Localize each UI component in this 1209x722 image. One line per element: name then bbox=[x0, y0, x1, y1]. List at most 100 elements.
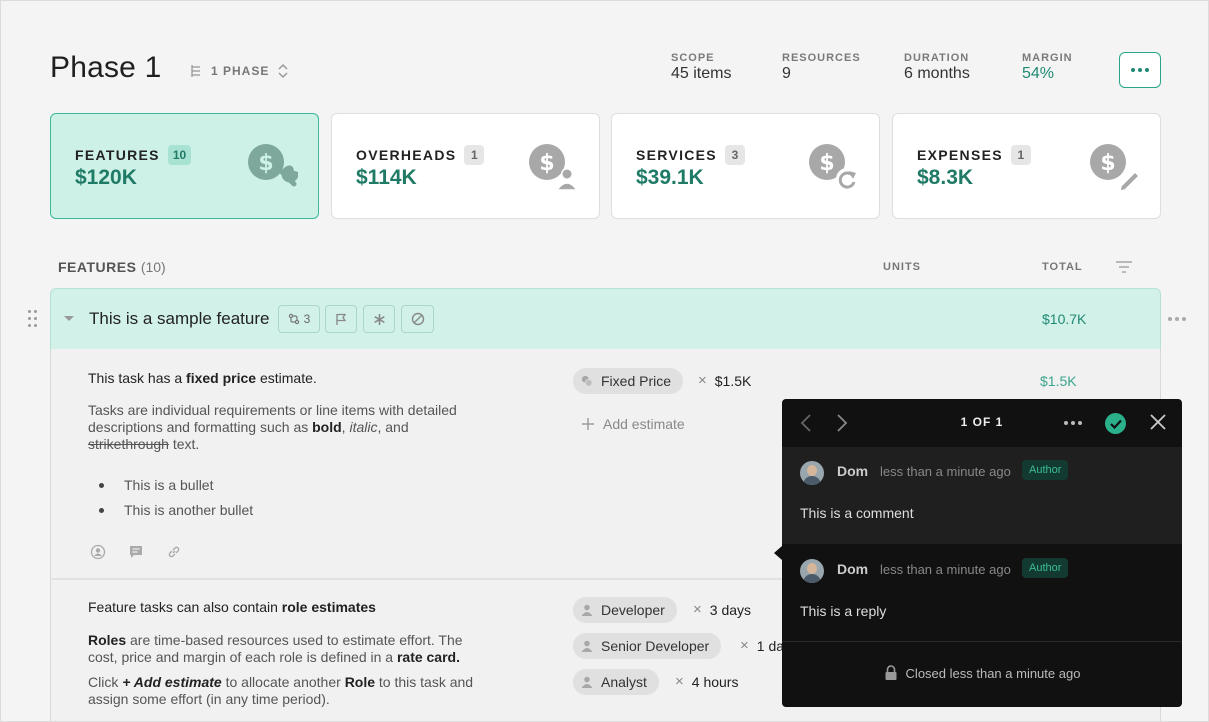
phase-selector-label: 1 PHASE bbox=[211, 64, 270, 78]
comment-more-button[interactable] bbox=[1064, 421, 1082, 425]
role-chip-senior-developer[interactable]: Senior Developer bbox=[573, 633, 722, 659]
dot bbox=[1131, 68, 1135, 72]
chevron-up-down-icon bbox=[278, 63, 288, 79]
avatar bbox=[800, 559, 824, 583]
comment-text: This is a comment bbox=[800, 505, 914, 521]
section-title: FEATURES bbox=[58, 259, 137, 275]
svg-text:$: $ bbox=[258, 151, 273, 176]
card-services[interactable]: SERVICES 3 $39.1K $ bbox=[611, 113, 880, 219]
exclude-button[interactable] bbox=[401, 305, 434, 333]
person-icon bbox=[581, 604, 593, 616]
person-icon bbox=[581, 640, 593, 652]
card-count-badge: 1 bbox=[1010, 145, 1031, 165]
stat-value: 6 months bbox=[904, 65, 970, 82]
asterisk-icon bbox=[373, 313, 385, 325]
card-label: EXPENSES bbox=[917, 147, 1003, 163]
filter-icon[interactable] bbox=[1115, 260, 1133, 274]
stat-label: DURATION bbox=[904, 52, 970, 64]
role-effort: 3 days bbox=[709, 601, 752, 618]
card-count-badge: 10 bbox=[167, 145, 192, 165]
add-estimate-label: Add estimate bbox=[603, 416, 685, 432]
card-label: OVERHEADS bbox=[356, 147, 457, 163]
task-title[interactable]: Feature tasks can also contain role esti… bbox=[88, 599, 376, 616]
add-estimate-button[interactable]: Add estimate bbox=[581, 416, 685, 432]
comment-time: less than a minute ago bbox=[880, 464, 1011, 479]
app-frame: Phase 1 1 PHASE SCOPE 45 items RESOURCES… bbox=[0, 0, 1209, 722]
estimate-value[interactable]: × $1.5K bbox=[698, 372, 751, 389]
task-description[interactable]: Tasks are individual requirements or lin… bbox=[88, 402, 457, 453]
feature-total: $10.7K bbox=[1042, 311, 1087, 327]
branch-button[interactable]: 3 bbox=[278, 305, 320, 333]
comment-icon[interactable] bbox=[128, 544, 144, 560]
stat-duration: DURATION 6 months bbox=[904, 52, 970, 83]
list-item: This is another bullet bbox=[99, 502, 253, 518]
more-options-button[interactable] bbox=[1119, 52, 1161, 88]
card-count-badge: 1 bbox=[464, 145, 485, 165]
feature-name[interactable]: This is a sample feature bbox=[89, 309, 269, 329]
comment-author: Dom bbox=[837, 463, 869, 479]
stat-value: 9 bbox=[782, 65, 791, 82]
task-total: $1.5K bbox=[1040, 373, 1077, 389]
comment-author: Dom bbox=[837, 561, 869, 577]
estimate-chip-fixed-price[interactable]: Fixed Price bbox=[573, 368, 684, 394]
card-features[interactable]: FEATURES 10 $120K $ bbox=[50, 113, 319, 219]
chip-label: Analyst bbox=[601, 674, 647, 690]
task-title[interactable]: This task has a fixed price estimate. bbox=[88, 370, 317, 387]
page-title: Phase 1 bbox=[50, 51, 162, 84]
svg-text:$: $ bbox=[819, 151, 834, 176]
stat-value: 45 items bbox=[671, 65, 732, 82]
comment-time: less than a minute ago bbox=[880, 562, 1011, 577]
dollar-person-icon: $ bbox=[529, 144, 579, 191]
stat-label: MARGIN bbox=[1022, 52, 1073, 64]
phase-selector[interactable]: 1 PHASE bbox=[189, 61, 289, 81]
author-badge: Author bbox=[1022, 460, 1069, 480]
block-icon bbox=[411, 312, 424, 326]
chip-label: Senior Developer bbox=[601, 638, 710, 654]
role-estimate-value[interactable]: × 4 hours bbox=[675, 673, 738, 690]
check-icon bbox=[1109, 419, 1122, 429]
close-icon[interactable] bbox=[1149, 413, 1167, 431]
units-column-header: UNITS bbox=[883, 261, 921, 273]
stat-label: SCOPE bbox=[671, 52, 715, 64]
list-item: This is a bullet bbox=[99, 477, 213, 493]
flag-button[interactable] bbox=[325, 305, 357, 333]
task-description[interactable]: Roles are time-based resources used to e… bbox=[88, 632, 473, 708]
card-amount: $114K bbox=[356, 166, 417, 189]
dollar-refresh-icon: $ bbox=[809, 144, 858, 190]
divider bbox=[782, 641, 1182, 642]
avatar bbox=[800, 461, 824, 485]
chip-label: Developer bbox=[601, 602, 665, 618]
asterisk-button[interactable] bbox=[363, 305, 395, 333]
chip-label: Fixed Price bbox=[601, 373, 672, 389]
role-chip-analyst[interactable]: Analyst bbox=[573, 669, 659, 695]
closed-text: Closed less than a minute ago bbox=[905, 665, 1081, 681]
card-expenses[interactable]: EXPENSES 1 $8.3K $ bbox=[892, 113, 1161, 219]
card-amount: $8.3K bbox=[917, 166, 974, 189]
role-estimate-value[interactable]: × 1 da bbox=[740, 637, 784, 654]
section-count: (10) bbox=[140, 259, 166, 275]
popover-arrow bbox=[774, 546, 782, 560]
role-chip-developer[interactable]: Developer bbox=[573, 597, 677, 623]
row-more-button[interactable] bbox=[1168, 317, 1186, 321]
list-tree-icon bbox=[191, 65, 200, 77]
stat-value: 54% bbox=[1022, 65, 1055, 82]
card-amount: $39.1K bbox=[636, 166, 704, 189]
card-overheads[interactable]: OVERHEADS 1 $114K $ bbox=[331, 113, 600, 219]
branch-count: 3 bbox=[303, 312, 311, 326]
link-icon[interactable] bbox=[166, 544, 182, 560]
svg-text:$: $ bbox=[539, 151, 554, 176]
card-label: SERVICES bbox=[636, 147, 717, 163]
lock-icon bbox=[885, 665, 897, 680]
comment-popover: 1 OF 1 Dom less than a minute ago Author… bbox=[782, 399, 1182, 707]
drag-handle[interactable] bbox=[28, 310, 38, 328]
resolve-button[interactable] bbox=[1105, 413, 1126, 434]
coins-icon bbox=[581, 375, 593, 387]
dollar-wrench-icon: $ bbox=[248, 144, 298, 187]
role-estimate-value[interactable]: × 3 days bbox=[693, 601, 751, 618]
stat-margin: MARGIN 54% bbox=[1022, 52, 1073, 83]
card-count-badge: 3 bbox=[724, 145, 745, 165]
assign-user-icon[interactable] bbox=[90, 544, 106, 560]
stat-label: RESOURCES bbox=[782, 52, 861, 64]
caret-down-icon[interactable] bbox=[63, 315, 75, 323]
estimate-amount: $1.5K bbox=[714, 372, 752, 389]
